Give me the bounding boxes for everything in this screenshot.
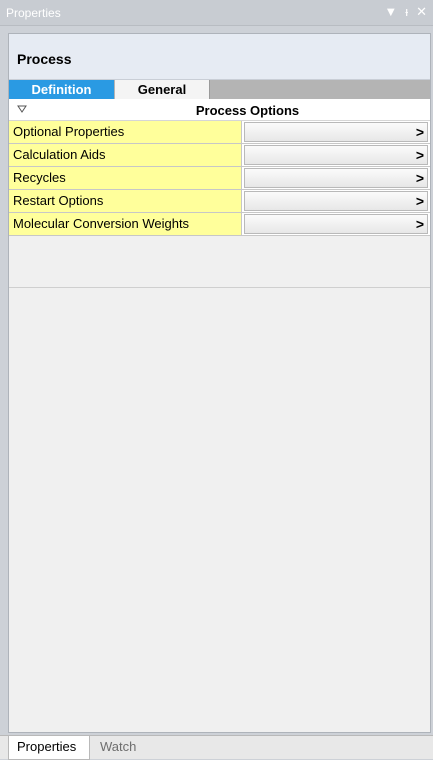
- tab-watch[interactable]: Watch: [92, 736, 148, 760]
- chevron-right-icon: >: [415, 216, 424, 232]
- bottom-tab-bar: Properties Watch: [0, 735, 433, 760]
- property-row-optional-properties: Optional Properties >: [9, 121, 430, 144]
- panel-title: Process: [17, 51, 72, 67]
- window-title: Properties: [6, 6, 61, 20]
- property-expand-button[interactable]: >: [244, 145, 428, 165]
- property-row-recycles: Recycles >: [9, 167, 430, 190]
- chevron-right-icon: >: [415, 147, 424, 163]
- chevron-right-icon: >: [415, 193, 424, 209]
- description-area: [9, 236, 430, 288]
- property-expand-button[interactable]: >: [244, 168, 428, 188]
- empty-content-area: [9, 288, 430, 732]
- property-name: Optional Properties: [9, 121, 242, 143]
- property-grid: Optional Properties > Calculation Aids >…: [9, 121, 430, 236]
- property-name: Calculation Aids: [9, 144, 242, 166]
- chevron-right-icon: >: [415, 170, 424, 186]
- section-label: Process Options: [195, 103, 300, 118]
- chevron-right-icon: >: [415, 124, 424, 140]
- property-name: Recycles: [9, 167, 242, 189]
- property-name: Molecular Conversion Weights: [9, 213, 242, 235]
- section-process-options[interactable]: Process Options: [9, 99, 430, 121]
- property-expand-button[interactable]: >: [244, 191, 428, 211]
- property-row-calculation-aids: Calculation Aids >: [9, 144, 430, 167]
- property-expand-button[interactable]: >: [244, 214, 428, 234]
- window-titlebar: Properties ▼ ᵻ ✕: [0, 0, 433, 26]
- property-name: Restart Options: [9, 190, 242, 212]
- tab-properties[interactable]: Properties: [8, 736, 90, 760]
- pin-icon[interactable]: ᵻ: [405, 4, 408, 20]
- panel-header: Process: [9, 34, 430, 80]
- tab-bar: Definition General: [9, 80, 430, 99]
- property-row-restart-options: Restart Options >: [9, 190, 430, 213]
- tab-definition[interactable]: Definition: [9, 80, 114, 99]
- property-row-molecular-conversion-weights: Molecular Conversion Weights >: [9, 213, 430, 236]
- dropdown-arrow-icon[interactable]: ▼: [384, 4, 397, 20]
- tab-general[interactable]: General: [115, 80, 210, 99]
- properties-panel: Process Definition General Process Optio…: [8, 33, 431, 733]
- window-controls: ▼ ᵻ ✕: [384, 4, 427, 20]
- property-expand-button[interactable]: >: [244, 122, 428, 142]
- close-icon[interactable]: ✕: [416, 4, 427, 20]
